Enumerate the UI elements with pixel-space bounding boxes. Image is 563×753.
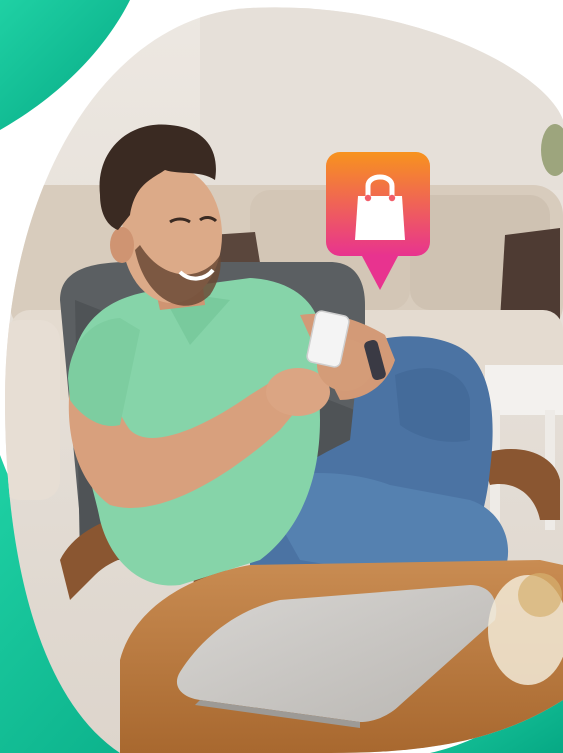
photo [5,7,563,753]
photo-composition [0,0,563,753]
hero-image [0,0,563,753]
